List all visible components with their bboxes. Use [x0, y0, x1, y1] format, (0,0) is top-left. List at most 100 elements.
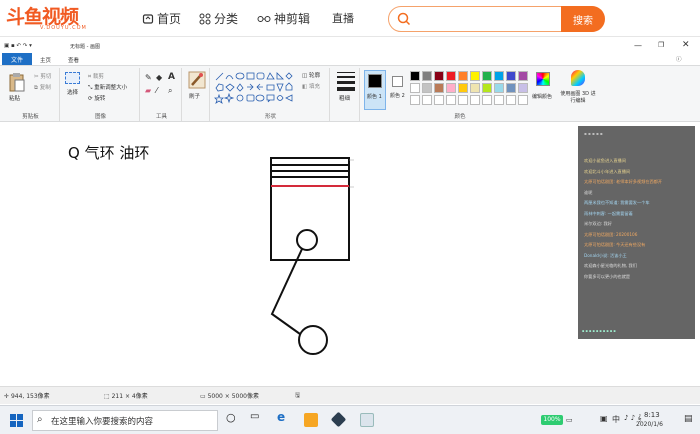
color1-button[interactable]: 颜色 1	[364, 70, 386, 110]
rotate-button[interactable]: ⟳ 旋转	[88, 94, 105, 102]
custom-color-slot[interactable]	[410, 95, 420, 105]
chat-overlay: ▪ ▪ ▪ ▪ ▪ 欢迎小鲨鱼进入直播间 欢迎北斗小年进入直播间 太原可怕话剧团: …	[578, 126, 695, 339]
ime-indicator[interactable]: 中	[612, 414, 620, 425]
magnifier-icon[interactable]: ⌕	[168, 86, 172, 96]
color2-swatch	[392, 76, 403, 87]
clock-time[interactable]: 8:13	[644, 411, 660, 419]
search-icon	[397, 12, 411, 26]
custom-color-slot[interactable]	[422, 95, 432, 105]
eraser-icon[interactable]: ▰	[145, 86, 151, 95]
palette-swatch[interactable]	[422, 83, 432, 93]
paste-button[interactable]: 粘贴	[8, 72, 28, 106]
select-icon	[65, 72, 80, 84]
search-box[interactable]: 搜索	[388, 6, 605, 32]
palette-swatch[interactable]	[494, 83, 504, 93]
group-shapes: ◫ 轮廓 ◧ 填充 形状	[212, 68, 330, 121]
custom-color-slot[interactable]	[482, 95, 492, 105]
palette-swatch[interactable]	[470, 83, 480, 93]
battery-indicator: 100%	[541, 415, 563, 425]
search-input[interactable]	[415, 11, 555, 27]
ribbon: 粘贴 ✂ 剪切 ⧉ 复制 剪贴板 选择 ⌗ 裁剪 ⤡ 重新调整大小 ⟳ 旋转 图…	[0, 65, 700, 122]
task-switch-icon[interactable]: ▭	[250, 411, 264, 425]
group-tools: ✎ ◆ A ▰ ⁄ ⌕ 工具	[142, 68, 182, 121]
tab-view[interactable]: 查看	[68, 56, 79, 64]
edit-colors-button[interactable]: 编辑颜色	[532, 71, 554, 111]
brush-button[interactable]: 刷子	[184, 68, 210, 121]
palette-swatch[interactable]	[410, 83, 420, 93]
custom-color-slot[interactable]	[518, 95, 528, 105]
select-button[interactable]: 选择	[65, 72, 83, 108]
search-button[interactable]: 搜索	[561, 6, 605, 32]
color2-button[interactable]: 颜色 2	[389, 70, 409, 110]
palette-swatch[interactable]	[482, 71, 492, 81]
qat-icons[interactable]: ▣ ▪ ↶ ↷ ▾	[4, 43, 32, 49]
close-button[interactable]: ✕	[682, 40, 690, 50]
palette-swatch[interactable]	[434, 71, 444, 81]
palette-swatch[interactable]	[506, 83, 516, 93]
palette-swatch[interactable]	[434, 83, 444, 93]
fill-bucket-icon[interactable]: ◆	[156, 73, 162, 82]
chat-message: 两厘米我也不知道: 我需要发一个车	[584, 200, 650, 205]
resize-button[interactable]: ⤡ 重新调整大小	[88, 83, 127, 92]
outline-dropdown[interactable]: ◫ 轮廓	[302, 71, 320, 79]
palette-swatch[interactable]	[410, 71, 420, 81]
palette-swatch[interactable]	[518, 83, 528, 93]
custom-color-slot[interactable]	[434, 95, 444, 105]
palette-swatch[interactable]	[422, 71, 432, 81]
palette-swatch[interactable]	[494, 71, 504, 81]
shapes-gallery[interactable]	[214, 71, 298, 107]
palette-swatch[interactable]	[458, 71, 468, 81]
nav-category[interactable]: 分类	[199, 10, 238, 27]
tab-home[interactable]: 主页	[40, 56, 51, 64]
task-view-icon[interactable]: ○	[226, 411, 240, 425]
windows-start-icon[interactable]	[10, 414, 23, 427]
copy-button[interactable]: ⧉ 复制	[34, 83, 51, 92]
palette-swatch[interactable]	[482, 83, 492, 93]
douyu-logo[interactable]: 斗鱼视频 V.DOUYU.COM	[6, 2, 116, 32]
chat-footer: ▪ ▪ ▪ ▪ ▪ ▪ ▪ ▪ ▪ ▪	[582, 329, 616, 333]
color-picker-icon[interactable]: ⁄	[156, 86, 157, 95]
maximize-button[interactable]: ❐	[658, 41, 664, 49]
cursor-position: ✛ 944, 153像素	[4, 393, 50, 400]
size-button[interactable]: 粗细	[332, 68, 360, 121]
custom-color-slot[interactable]	[506, 95, 516, 105]
palette-swatch[interactable]	[458, 83, 468, 93]
chat-message: 欢迎小鲨鱼进入直播间	[584, 158, 626, 163]
nav-editor[interactable]: 神剪辑	[257, 10, 310, 27]
clipboard-icon	[9, 73, 25, 92]
grid-icon	[199, 13, 211, 24]
group-image: 选择 ⌗ 裁剪 ⤡ 重新调整大小 ⟳ 旋转 图像	[62, 68, 140, 121]
custom-color-slot[interactable]	[494, 95, 504, 105]
edge-icon[interactable]: e	[277, 410, 291, 424]
text-tool-icon[interactable]: A	[168, 72, 175, 82]
taskbar-search[interactable]: ⌕ 在这里输入你要搜索的内容	[32, 410, 218, 431]
palette-swatch[interactable]	[506, 71, 516, 81]
fill-dropdown[interactable]: ◧ 填充	[302, 82, 320, 90]
paint-app-icon[interactable]	[360, 413, 374, 427]
notification-icon[interactable]: ▤	[684, 414, 693, 424]
custom-color-slot[interactable]	[446, 95, 456, 105]
pencil-icon[interactable]: ✎	[145, 73, 152, 82]
nav-home[interactable]: 首页	[142, 10, 181, 27]
paint3d-button[interactable]: 使用画图 3D 进行编辑	[558, 68, 598, 121]
cut-button[interactable]: ✂ 剪切	[34, 72, 51, 80]
palette-swatch[interactable]	[470, 71, 480, 81]
nav-live[interactable]: 直播	[332, 10, 354, 26]
tab-file[interactable]: 文件	[2, 53, 32, 65]
minimize-button[interactable]: —	[634, 41, 642, 50]
tray-icons[interactable]: ▣	[600, 414, 608, 423]
glasses-icon	[257, 15, 271, 22]
palette-swatch[interactable]	[446, 71, 456, 81]
palette-swatch[interactable]	[446, 83, 456, 93]
palette-swatch[interactable]	[518, 71, 528, 81]
app-icon-dark[interactable]	[330, 411, 347, 428]
color1-swatch	[368, 74, 382, 88]
crop-button[interactable]: ⌗ 裁剪	[88, 72, 104, 81]
app-icon-orange[interactable]	[304, 413, 318, 427]
chat-message: Donald小说: 活该小王	[584, 252, 627, 258]
help-icon[interactable]: ⓘ	[676, 55, 682, 63]
custom-color-slot[interactable]	[458, 95, 468, 105]
custom-color-slot[interactable]	[470, 95, 480, 105]
clock-date[interactable]: 2020/1/6	[636, 421, 663, 428]
battery-icon[interactable]: ▭	[566, 416, 573, 424]
